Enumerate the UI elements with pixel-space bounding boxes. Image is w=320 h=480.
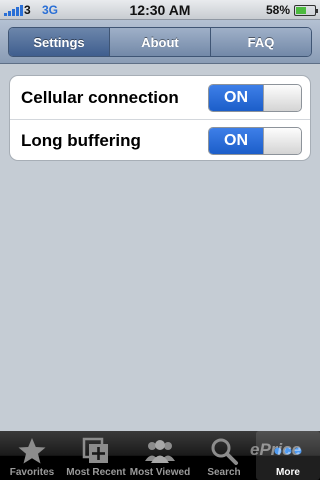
tab-most-viewed[interactable]: Most Viewed (128, 431, 192, 480)
watermark: ePrice (250, 440, 302, 459)
settings-group: Cellular connection ON Long buffering ON (9, 75, 311, 161)
segment-about[interactable]: About (109, 28, 210, 56)
segment-settings[interactable]: Settings (9, 28, 109, 56)
cellular-connection-switch[interactable]: ON (208, 83, 302, 112)
segmented-control: Settings About FAQ (8, 27, 312, 57)
star-icon (18, 438, 46, 464)
switch-on-label: ON (209, 128, 263, 154)
tab-favorites[interactable]: Favorites (0, 431, 64, 480)
battery-icon (294, 5, 318, 16)
recent-icon (82, 437, 108, 463)
switch-knob (263, 128, 301, 154)
search-icon (211, 438, 238, 465)
tab-most-recent[interactable]: Most Recent (64, 431, 128, 480)
battery-percent: 58% (265, 3, 290, 17)
switch-on-label: ON (209, 84, 263, 111)
switch-knob (263, 84, 301, 111)
settings-row-cellular: Cellular connection ON (10, 76, 310, 119)
tab-search[interactable]: Search (192, 431, 256, 480)
tab-label: Most Recent (66, 467, 126, 478)
tab-label: Search (207, 467, 241, 478)
tab-label: More (276, 467, 300, 478)
status-bar: 3 3G 12:30 AM 58% (0, 0, 320, 20)
long-buffering-label: Long buffering (21, 131, 141, 150)
top-toolbar: Settings About FAQ (0, 20, 320, 64)
tab-label: Most Viewed (129, 467, 191, 478)
people-icon (145, 440, 175, 463)
cellular-connection-label: Cellular connection (21, 87, 179, 107)
segment-faq[interactable]: FAQ (210, 28, 311, 56)
tab-label: Favorites (9, 467, 55, 478)
battery-fill (296, 7, 307, 14)
long-buffering-switch[interactable]: ON (208, 127, 302, 155)
settings-row-buffering: Long buffering ON (10, 119, 310, 160)
